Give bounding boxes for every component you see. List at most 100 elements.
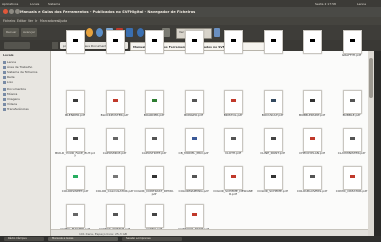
file-item[interactable] bbox=[134, 30, 174, 68]
user-menu[interactable]: Lenne bbox=[357, 2, 366, 6]
sidebar-item-desktop[interactable]: Área de Trabalho bbox=[3, 65, 32, 69]
file-item[interactable]: BUBBLEPAINT.pdf bbox=[292, 90, 332, 128]
file-item[interactable] bbox=[213, 30, 253, 68]
file-item[interactable]: GRAFFITI.pdf bbox=[332, 30, 372, 68]
file-item[interactable]: COLOURLOVERS.pdf bbox=[292, 166, 332, 204]
pdf-thumbnail-icon bbox=[105, 128, 125, 152]
window-titlebar: Manuais e Guias dos Ferramentos - Public… bbox=[0, 7, 381, 17]
file-item[interactable]: CLINE_PAINT.pdf bbox=[253, 128, 293, 166]
file-name: CB_MODEL_PRO.pdf bbox=[178, 150, 209, 155]
pdf-thumbnail-icon bbox=[145, 90, 164, 114]
folder-icon bbox=[3, 97, 6, 101]
file-item[interactable]: BUILD_YOUR_FACE_BUT.pdf bbox=[55, 128, 95, 166]
file-name: COLORSWEET.pdf bbox=[61, 188, 89, 193]
thumbnail-mark bbox=[270, 137, 276, 140]
scrollbar-thumb[interactable] bbox=[369, 58, 373, 98]
pdf-thumbnail-icon bbox=[145, 30, 164, 54]
pdf-thumbnail-icon bbox=[342, 90, 362, 114]
file-item[interactable]: CB_MODEL_PRO.pdf bbox=[174, 128, 214, 166]
pdf-thumbnail-icon bbox=[184, 30, 204, 54]
sidebar-item-videos[interactable]: Vídeos bbox=[3, 102, 17, 106]
menu-help[interactable]: Ajuda bbox=[58, 19, 67, 23]
sidebar-item-music[interactable]: Música bbox=[3, 92, 17, 96]
file-item[interactable]: COLOR_SCHEME_DESIGNER.pdf bbox=[213, 166, 253, 204]
places-menu[interactable]: Locais bbox=[30, 2, 39, 6]
file-name: CLAYMINISTER.pdf bbox=[337, 150, 366, 155]
sidebar-item-documents[interactable]: Documentos bbox=[3, 87, 26, 91]
pdf-thumbnail-icon bbox=[224, 166, 243, 190]
taskbar: Rádio Câmpus Manuais e Guias Sessão e-Im… bbox=[0, 236, 381, 241]
file-item[interactable]: BOCUSULF.pdf bbox=[253, 90, 293, 128]
pdf-thumbnail-icon bbox=[224, 90, 243, 114]
file-item[interactable]: CAPOSTRITE.pdf bbox=[134, 128, 174, 166]
thumbnail-mark bbox=[152, 213, 157, 216]
file-name: CHECKYPLAN.pdf bbox=[299, 150, 325, 155]
file-item[interactable]: COLOR_CONTRAST_DEMO.pdf bbox=[134, 166, 174, 204]
file-name: BONGPO.pdf bbox=[184, 112, 203, 117]
file-item[interactable]: COLOR_SCHEME.pdf bbox=[253, 166, 293, 204]
menu-file[interactable]: Ficheiro bbox=[3, 19, 15, 23]
file-item[interactable]: BUBBLE.pdf bbox=[332, 90, 372, 128]
file-item[interactable]: BLOCKPOSTER.pdf bbox=[95, 90, 135, 128]
file-item[interactable]: CLAYMINISTER.pdf bbox=[332, 128, 372, 166]
menu-edit[interactable]: Editar bbox=[17, 19, 26, 23]
file-item[interactable]: CAPOSMICE.pdf bbox=[95, 128, 135, 166]
file-item[interactable]: BOARDER.pdf bbox=[134, 90, 174, 128]
file-name: CAPOSMICE.pdf bbox=[102, 150, 127, 155]
file-item[interactable] bbox=[174, 30, 214, 68]
file-name: COLOR_SCHEME_DESIGNER.pdf bbox=[213, 188, 253, 196]
taskbar-item[interactable]: Sessão e-Imprensa bbox=[122, 236, 182, 241]
menu-bookmarks[interactable]: Marcadores bbox=[40, 19, 59, 23]
pdf-thumbnail-icon bbox=[303, 90, 322, 114]
sidebar-item-filesystem[interactable]: Sistema de ficheiros bbox=[3, 70, 37, 74]
thumbnail-mark bbox=[349, 39, 355, 42]
network-icon bbox=[3, 75, 6, 79]
file-item[interactable]: COLORSWEET.pdf bbox=[55, 166, 95, 204]
menu-view[interactable]: Ver bbox=[28, 19, 33, 23]
file-item[interactable]: COLOR_CALCULATOR.pdf bbox=[95, 166, 135, 204]
sidebar-header[interactable]: Locais bbox=[3, 53, 14, 57]
taskbar-item[interactable]: Rádio Câmpus bbox=[4, 236, 44, 241]
thumbnail-mark bbox=[73, 39, 78, 42]
thumbnail-mark bbox=[112, 137, 118, 140]
trash-icon bbox=[3, 80, 6, 84]
clock[interactable]: Sexta 2 17:58 bbox=[315, 2, 336, 6]
file-item[interactable]: BONGPO.pdf bbox=[174, 90, 214, 128]
file-item[interactable] bbox=[95, 30, 135, 68]
file-item[interactable]: COLORMAPPING.pdf bbox=[174, 166, 214, 204]
file-item[interactable]: COMIC_CREATOR.pdf bbox=[332, 166, 372, 204]
pdf-thumbnail-icon bbox=[303, 128, 322, 152]
location-toggle-button[interactable] bbox=[4, 42, 30, 49]
file-item[interactable]: BRISTOL.pdf bbox=[213, 90, 253, 128]
pdf-thumbnail-icon bbox=[66, 30, 85, 54]
file-item[interactable] bbox=[55, 30, 95, 68]
pdf-thumbnail-icon bbox=[66, 90, 85, 114]
thumbnail-mark bbox=[191, 175, 197, 178]
system-menu[interactable]: Sistema bbox=[48, 2, 60, 6]
file-name: BOARDER.pdf bbox=[143, 112, 165, 117]
folder-icon bbox=[3, 107, 6, 111]
file-item[interactable]: CHECKYPLAN.pdf bbox=[292, 128, 332, 166]
applications-menu[interactable]: Aplicativos bbox=[2, 2, 18, 6]
file-item[interactable] bbox=[292, 30, 332, 68]
home-icon bbox=[3, 60, 6, 64]
file-item[interactable] bbox=[253, 30, 293, 68]
forward-label: Avançar bbox=[23, 30, 36, 34]
sidebar-item-pictures[interactable]: Imagens bbox=[3, 97, 20, 101]
thumbnail-mark bbox=[112, 39, 118, 42]
file-item[interactable]: CLOTH.pdf bbox=[213, 128, 253, 166]
sidebar-item-home[interactable]: Lenne bbox=[3, 60, 16, 64]
close-icon[interactable] bbox=[3, 9, 8, 14]
thumbnail-mark bbox=[112, 213, 118, 216]
pdf-thumbnail-icon bbox=[184, 128, 204, 152]
menu-go[interactable]: Ir bbox=[35, 19, 37, 23]
sidebar-item-downloads[interactable]: Transferências bbox=[3, 107, 29, 111]
file-name: COLOR_CONTRAST_DEMO.pdf bbox=[134, 188, 174, 196]
file-item[interactable]: BLENDER.pdf bbox=[55, 90, 95, 128]
sidebar-item-trash[interactable]: Lixo bbox=[3, 80, 13, 84]
sidebar-item-network[interactable]: Rede bbox=[3, 75, 15, 79]
taskbar-item[interactable]: Manuais e Guias bbox=[48, 236, 118, 241]
pdf-thumbnail-icon bbox=[145, 166, 164, 190]
minimize-icon[interactable] bbox=[9, 9, 14, 14]
thumbnail-mark bbox=[73, 175, 78, 178]
